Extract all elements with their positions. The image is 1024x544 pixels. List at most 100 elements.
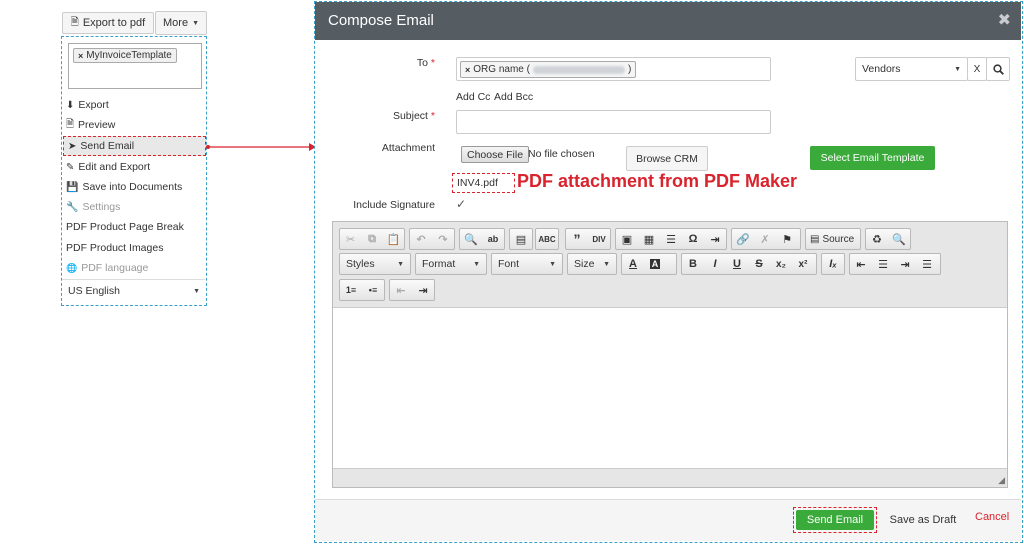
paste-icon[interactable]: 📋 (383, 229, 404, 249)
menu-item-label: PDF language (81, 262, 149, 274)
menu-item-pdf-language: 🌐 PDF language (62, 258, 202, 278)
link-icon[interactable]: 🔗 (732, 229, 754, 249)
font-dropdown[interactable]: Font ▼ (491, 253, 563, 275)
menu-item-product-images[interactable]: PDF Product Images (62, 238, 202, 258)
italic-icon[interactable]: I (704, 254, 726, 274)
text-color-icon[interactable]: A (622, 254, 644, 274)
copy-icon[interactable]: ⧉ (361, 229, 382, 249)
templates-icon[interactable]: ♻ (866, 229, 888, 249)
add-bcc-link[interactable]: Add Bcc (494, 91, 533, 103)
clear-vendor-button[interactable]: X (967, 57, 987, 81)
menu-item-page-break[interactable]: PDF Product Page Break (62, 217, 202, 237)
find-icon[interactable]: 🔍 (460, 229, 482, 249)
subject-input[interactable] (456, 110, 771, 134)
menu-item-label: PDF Product Page Break (66, 221, 184, 233)
add-cc-link[interactable]: Add Cc (456, 91, 490, 103)
bg-color-icon[interactable]: A (644, 254, 666, 274)
resize-handle-icon[interactable]: ◢ (998, 475, 1005, 486)
caret-down-icon: ▼ (549, 260, 556, 268)
edit-icon: ✎ (66, 161, 75, 173)
source-button[interactable]: Source (822, 234, 854, 245)
caret-down-icon: ▼ (954, 65, 961, 73)
include-signature-checkbox[interactable]: ✓ (456, 198, 468, 210)
paper-plane-icon: ➤ (68, 140, 77, 152)
menu-item-label: Preview (78, 119, 116, 131)
subject-label: Subject * (392, 110, 435, 122)
save-as-draft-button[interactable]: Save as Draft (882, 509, 964, 531)
wrench-icon: 🔧 (66, 201, 79, 213)
menu-item-label: Export (78, 99, 109, 111)
underline-icon[interactable]: U (726, 254, 748, 274)
menu-item-send-email[interactable]: ➤ Send Email (63, 136, 206, 156)
table-icon[interactable]: ▦ (638, 229, 660, 249)
recipient-chip: × ORG name ( ) (460, 61, 637, 78)
styles-dropdown[interactable]: Styles ▼ (339, 253, 411, 275)
menu-item-export[interactable]: ⬇ Export (62, 95, 202, 115)
remove-format-icon[interactable]: Iₓ (822, 254, 844, 274)
include-signature-label: Include Signature (353, 199, 435, 211)
size-dropdown[interactable]: Size ▼ (567, 253, 617, 275)
justify-icon[interactable]: ☰ (916, 254, 938, 274)
cut-icon[interactable]: ✂ (340, 229, 361, 249)
menu-item-edit-export[interactable]: ✎ Edit and Export (62, 157, 202, 177)
file-pdf-icon: 🗎 (70, 16, 79, 28)
export-to-pdf-button[interactable]: 🗎 Export to pdf (62, 12, 154, 34)
menu-item-preview[interactable]: 🗎 Preview (62, 115, 202, 135)
choose-file-button[interactable]: Choose File (461, 146, 530, 163)
toolbar-row-3: 1≡ •≡ ⇤ ⇥ (339, 279, 999, 301)
bold-icon[interactable]: B (682, 254, 704, 274)
special-char-icon[interactable]: Ω (682, 229, 704, 249)
anchor-flag-icon[interactable]: ⚑ (776, 229, 798, 249)
rich-text-editor: ✂ ⧉ 📋 ↶ ↷ 🔍 ab ▤ ABC ” DIV ▣ ▦ ☰ Ω ⇥ 🔗 ✗… (332, 221, 1008, 488)
attachment-label: Attachment (381, 142, 435, 154)
align-left-icon[interactable]: ⇤ (850, 254, 872, 274)
page-break-icon[interactable]: ⇥ (704, 229, 726, 249)
align-right-icon[interactable]: ⇥ (894, 254, 916, 274)
preview-icon[interactable]: 🔍 (888, 229, 910, 249)
recipient-chip-label: ORG name ( (473, 64, 530, 75)
numbered-list-icon[interactable]: 1≡ (340, 280, 362, 300)
undo-icon[interactable]: ↶ (410, 229, 432, 249)
format-dropdown[interactable]: Format ▼ (415, 253, 487, 275)
to-field[interactable]: × ORG name ( ) (456, 57, 771, 81)
superscript-icon[interactable]: x² (792, 254, 814, 274)
to-label: To * (416, 57, 435, 69)
menu-item-save-documents[interactable]: 💾 Save into Documents (62, 177, 202, 197)
replace-icon[interactable]: ab (482, 229, 504, 249)
clear-label: X (973, 63, 981, 75)
language-select[interactable]: US English ▼ (64, 281, 204, 301)
redo-icon[interactable]: ↷ (432, 229, 454, 249)
cancel-link[interactable]: Cancel (975, 511, 1009, 523)
download-icon: ⬇ (66, 99, 75, 111)
vendor-select[interactable]: Vendors ▼ (855, 57, 968, 81)
image-icon[interactable]: ▣ (616, 229, 638, 249)
divider (62, 279, 205, 280)
editor-body[interactable] (333, 308, 1007, 468)
select-email-template-button[interactable]: Select Email Template (810, 146, 935, 170)
strikethrough-icon[interactable]: S (748, 254, 770, 274)
compose-email-modal: Compose Email ✖ To * × ORG name ( ) Add … (314, 1, 1023, 543)
blockquote-icon[interactable]: ” (566, 229, 588, 249)
recipient-chip-label-end: ) (627, 64, 632, 75)
align-center-icon[interactable]: ☰ (872, 254, 894, 274)
spellcheck-icon[interactable]: ABC (536, 229, 558, 249)
template-select-box[interactable]: × MyInvoiceTemplate (68, 43, 202, 89)
vendor-search-button[interactable] (986, 57, 1010, 81)
more-dropdown-button[interactable]: More ▼ (155, 11, 207, 35)
browse-crm-button[interactable]: Browse CRM (626, 146, 708, 171)
send-email-button[interactable]: Send Email (793, 507, 877, 533)
select-all-icon[interactable]: ▤ (510, 229, 532, 249)
caret-down-icon: ▼ (603, 260, 610, 268)
close-icon[interactable]: ✖ (998, 10, 1011, 30)
div-icon[interactable]: DIV (588, 229, 610, 249)
remove-recipient-icon[interactable]: × (465, 65, 470, 75)
more-dropdown-menu: × MyInvoiceTemplate ⬇ Export 🗎 Preview ➤… (61, 36, 207, 306)
subscript-icon[interactable]: x₂ (770, 254, 792, 274)
horizontal-line-icon[interactable]: ☰ (660, 229, 682, 249)
menu-item-label: Edit and Export (78, 161, 151, 173)
bulleted-list-icon[interactable]: •≡ (362, 280, 384, 300)
outdent-icon[interactable]: ⇤ (390, 280, 412, 300)
indent-icon[interactable]: ⇥ (412, 280, 434, 300)
unlink-icon[interactable]: ✗ (754, 229, 776, 249)
remove-tag-icon[interactable]: × (78, 51, 83, 61)
